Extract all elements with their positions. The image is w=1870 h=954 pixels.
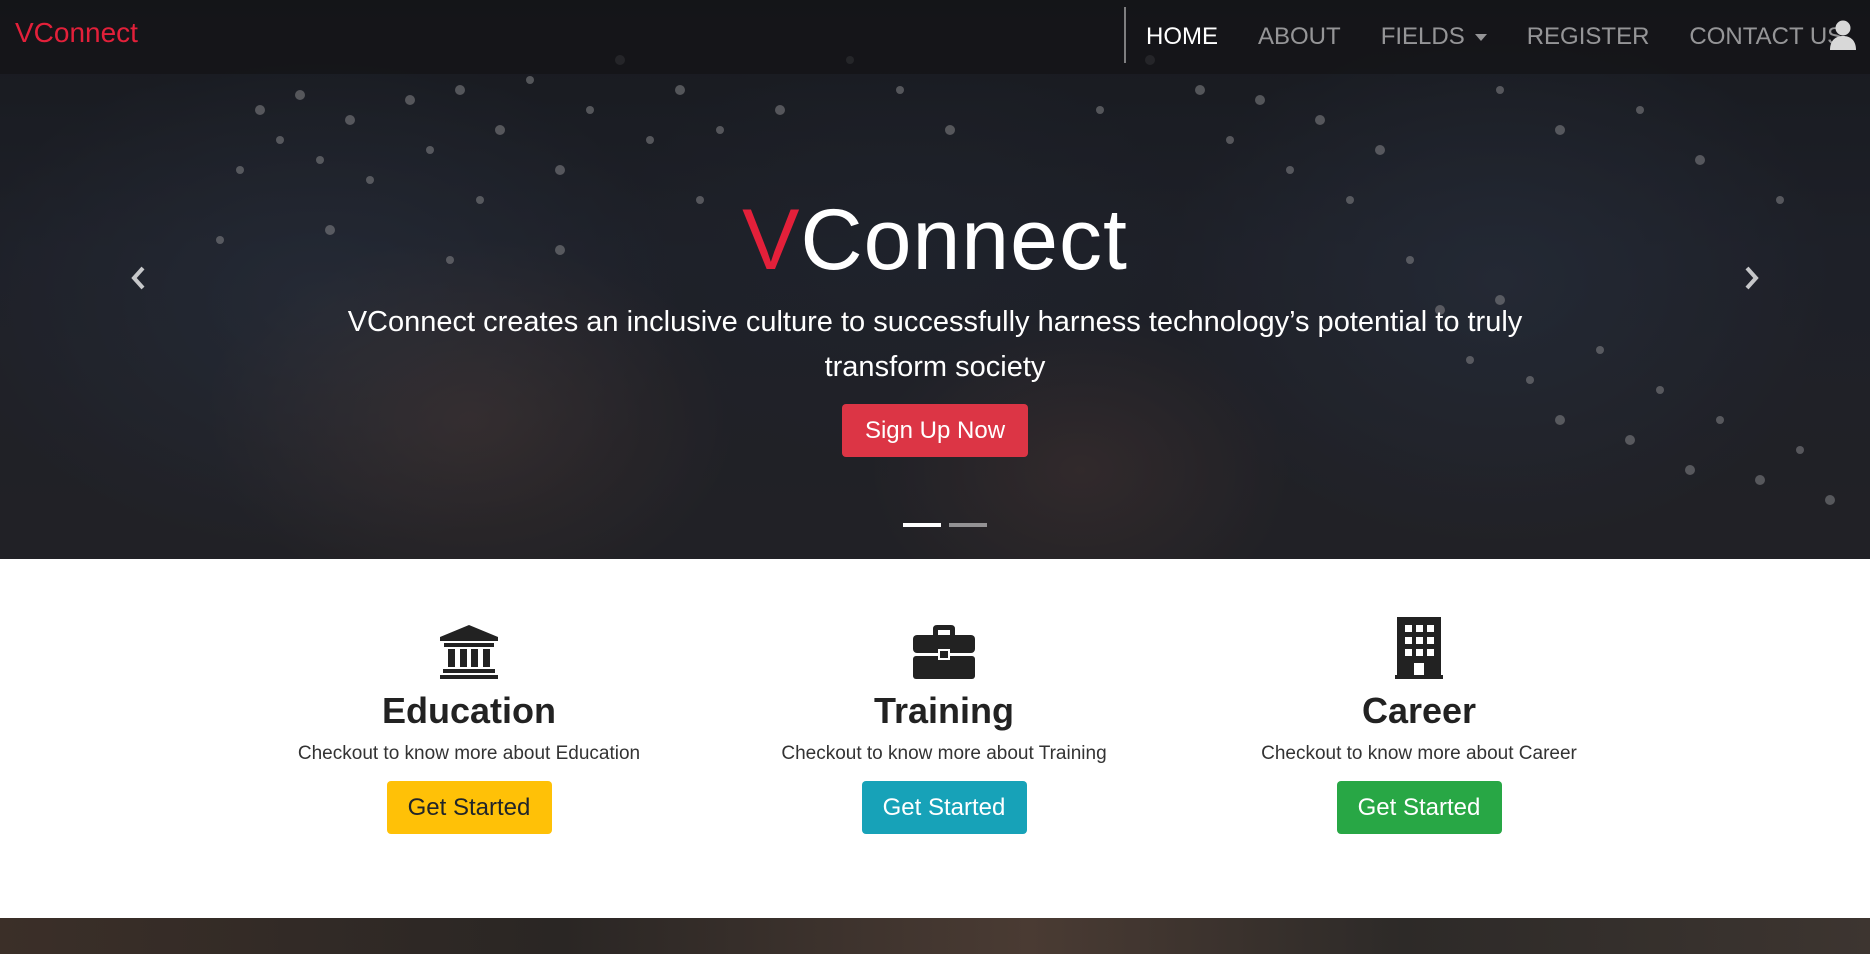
sign-up-button[interactable]: Sign Up Now — [842, 404, 1028, 457]
nav-divider — [1124, 7, 1126, 63]
get-started-career-button[interactable]: Get Started — [1336, 781, 1502, 834]
hero-caption: VConnect VConnect creates an inclusive c… — [0, 190, 1870, 457]
feature-career: Career Checkout to know more about Caree… — [1199, 617, 1639, 834]
user-icon[interactable] — [1830, 20, 1856, 50]
nav-link-about[interactable]: ABOUT — [1258, 23, 1341, 51]
carousel-indicators — [903, 523, 995, 527]
carousel-indicator-2[interactable] — [949, 523, 987, 527]
chevron-right-icon[interactable] — [1740, 262, 1764, 294]
get-started-education-button[interactable]: Get Started — [386, 781, 552, 834]
building-icon — [1199, 617, 1639, 679]
hero-title: VConnect — [0, 190, 1870, 290]
feature-title-career: Career — [1361, 690, 1477, 731]
hero-text: VConnect creates an inclusive culture to… — [347, 306, 1523, 383]
feature-text-training: Checkout to know more about Training — [781, 743, 1107, 764]
university-icon — [249, 617, 689, 679]
nav-link-contact-us[interactable]: CONTACT US — [1689, 23, 1843, 51]
brand-logo[interactable]: VConnect — [15, 17, 138, 49]
hero-title-rest: Connect — [800, 192, 1128, 288]
nav-links: HOME ABOUT FIELDS REGISTER CONTACT US — [1146, 0, 1870, 74]
feature-text-education: Checkout to know more about Education — [297, 743, 641, 764]
feature-title-training: Training — [873, 690, 1014, 731]
feature-education: Education Checkout to know more about Ed… — [249, 617, 689, 834]
nav-link-fields[interactable]: FIELDS — [1381, 23, 1487, 51]
nav-link-fields-label: FIELDS — [1380, 23, 1465, 50]
next-section-background — [0, 918, 1870, 954]
nav-link-register[interactable]: REGISTER — [1527, 23, 1650, 51]
carousel-indicator-1[interactable] — [903, 523, 941, 527]
hero-carousel: VConnect HOME ABOUT FIELDS REGISTER CONT… — [0, 0, 1870, 559]
features-section: Education Checkout to know more about Ed… — [0, 559, 1870, 918]
get-started-training-button[interactable]: Get Started — [861, 781, 1027, 834]
briefcase-icon — [724, 617, 1164, 679]
feature-title-education: Education — [381, 690, 556, 731]
caret-down-icon — [1474, 33, 1487, 41]
nav-link-home[interactable]: HOME — [1146, 23, 1218, 51]
feature-text-career: Checkout to know more about Career — [1261, 743, 1577, 764]
chevron-left-icon[interactable] — [126, 262, 150, 294]
feature-training: Training Checkout to know more about Tra… — [724, 617, 1164, 834]
navbar: VConnect HOME ABOUT FIELDS REGISTER CONT… — [0, 0, 1870, 74]
hero-title-accent: V — [742, 192, 801, 288]
